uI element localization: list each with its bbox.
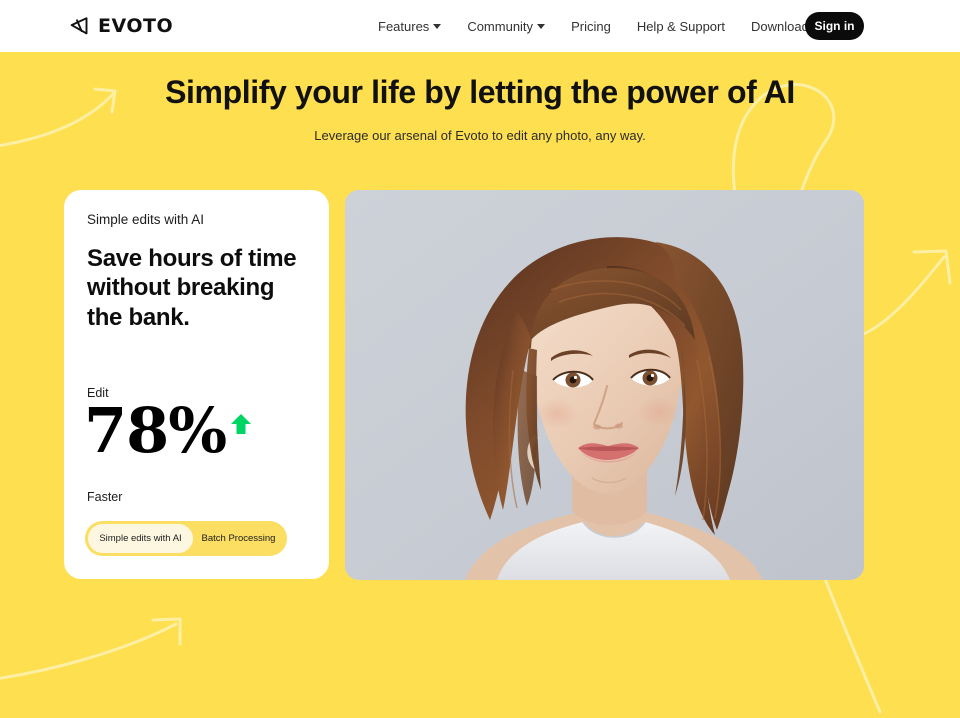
sign-in-button[interactable]: Sign in bbox=[805, 12, 864, 40]
card-eyebrow: Simple edits with AI bbox=[87, 212, 205, 227]
page-title: Simplify your life by letting the power … bbox=[165, 74, 795, 110]
brand-name: EVOTO bbox=[98, 15, 174, 37]
nav-item-features[interactable]: Features bbox=[365, 13, 454, 40]
nav-label: Help & Support bbox=[636, 18, 725, 34]
chevron-down-icon bbox=[433, 24, 442, 29]
nav-item-help-support[interactable]: Help & Support bbox=[624, 13, 738, 40]
hero-portrait-photo bbox=[345, 190, 864, 580]
evoto-triangle-mark-icon bbox=[70, 17, 88, 35]
page-subtitle: Leverage our arsenal of Evoto to edit an… bbox=[314, 128, 646, 143]
card-headline: Save hours of time without breaking the … bbox=[87, 245, 297, 331]
up-arrow-icon bbox=[231, 414, 252, 434]
nav-label: Download bbox=[750, 18, 809, 34]
nav-label: Pricing bbox=[571, 18, 611, 34]
brand-logo[interactable]: EVOTO bbox=[68, 15, 173, 37]
toggle-option-batch-processing[interactable]: Batch Processing bbox=[193, 524, 284, 553]
toggle-option-simple-edits[interactable]: Simple edits with AI bbox=[88, 524, 193, 553]
nav-label: Features bbox=[378, 18, 430, 34]
stat-value: 78% bbox=[84, 394, 227, 467]
portrait-illustration bbox=[345, 190, 864, 580]
site-header: EVOTO Features Community Pricing Help & … bbox=[0, 0, 960, 52]
chevron-down-icon bbox=[537, 24, 546, 29]
nav-item-pricing[interactable]: Pricing bbox=[558, 13, 624, 40]
mode-toggle[interactable]: Simple edits with AI Batch Processing bbox=[85, 521, 287, 556]
nav-label: Community bbox=[467, 18, 534, 34]
stat-block: 78% bbox=[84, 400, 253, 462]
stat-suffix-label: Faster bbox=[87, 490, 123, 504]
main-nav: Features Community Pricing Help & Suppor… bbox=[365, 13, 822, 40]
feature-card: Simple edits with AI Save hours of time … bbox=[64, 190, 329, 579]
nav-item-community[interactable]: Community bbox=[454, 13, 558, 40]
decor-arrow-bottom-left bbox=[0, 617, 182, 680]
